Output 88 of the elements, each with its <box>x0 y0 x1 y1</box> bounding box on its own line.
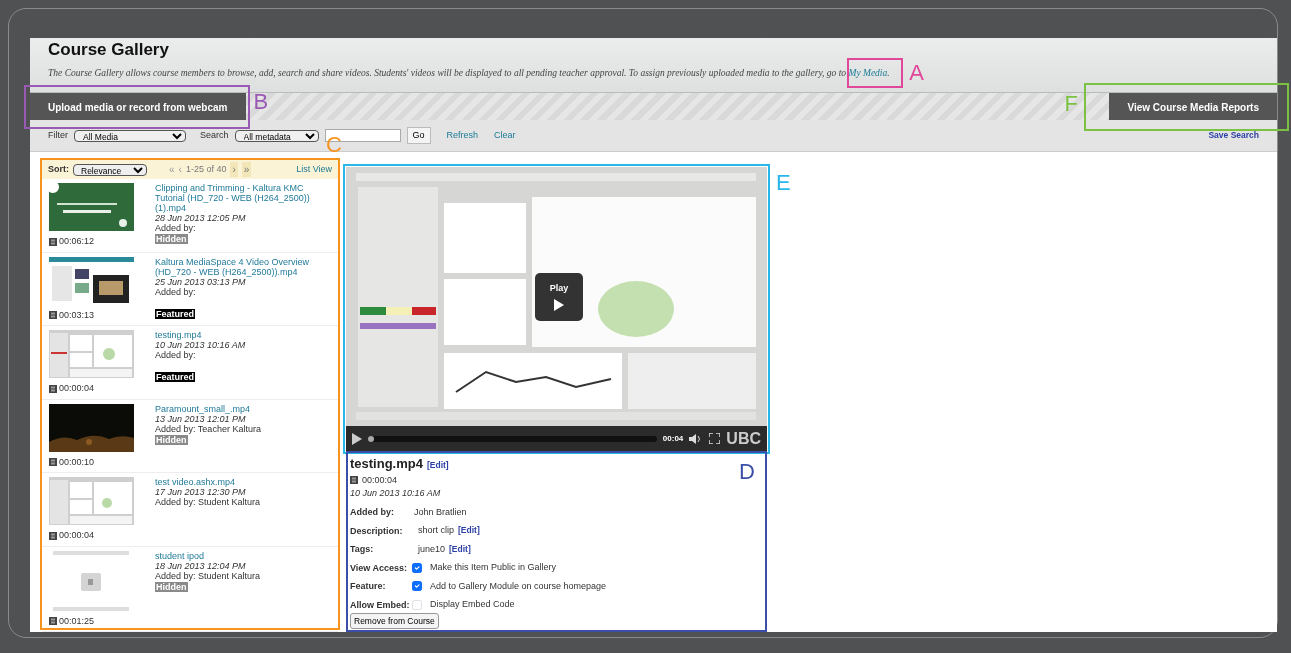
field-label: Description: <box>350 525 404 536</box>
added-by: Added by: <box>155 350 197 360</box>
status-badge: Featured <box>155 308 195 319</box>
filter-select[interactable]: All Media <box>74 129 186 142</box>
film-icon <box>49 617 57 626</box>
play-icon <box>553 298 565 313</box>
duration: 00:03:13 <box>59 308 95 322</box>
callout-letter: A <box>909 62 924 85</box>
media-date: 10 Jun 2013 10:16 AM <box>155 340 246 350</box>
added-by: Added by: Student Kaltura <box>155 570 261 581</box>
filter-link[interactable]: Clear <box>494 128 516 143</box>
upload-button[interactable]: Upload media or record from webcam <box>30 93 246 121</box>
field-label: Feature: <box>350 581 387 592</box>
field-value: june10 <box>418 542 446 556</box>
filter-label: Filter <box>48 128 68 142</box>
field-label: Allow Embed: <box>350 599 411 610</box>
description: The Course Gallery allows course members to browse, add, search and share videos. Students' videos will be displayed to all pending teacher approval. To assign previously uploaded media to the gallery, go to My Media. <box>48 67 890 81</box>
checkbox-label: Display Embed Code <box>430 598 515 611</box>
film-icon <box>49 237 57 246</box>
remove-button[interactable]: Remove from Course <box>350 612 439 630</box>
film-icon <box>49 458 57 467</box>
pager-button[interactable]: › <box>230 162 238 177</box>
checkbox[interactable] <box>412 581 422 592</box>
callout-letter: F <box>1064 93 1078 115</box>
added-by: Added by: Teacher Kaltura <box>155 423 261 434</box>
media-title-link[interactable]: Kaltura MediaSpace 4 Video Overview (HD_720 - WEB (H264_2500)).mp4 <box>155 256 334 277</box>
added-by: Added by: <box>155 223 197 233</box>
callout-letter: B <box>253 91 269 113</box>
page-title: Course Gallery <box>48 40 170 61</box>
added-by: Added by: Student Kaltura <box>155 497 261 507</box>
media-title: testing.mp4 <box>350 455 423 473</box>
media-date: 17 Jun 2013 12:30 PM <box>155 487 247 497</box>
page-range: 1-25 of 40 <box>185 162 227 176</box>
pager-button[interactable]: » <box>241 162 252 177</box>
duration: 00:00:04 <box>59 529 95 542</box>
media-title-link[interactable]: Paramount_small_.mp4 <box>155 403 261 414</box>
video-time: 00:04 <box>662 432 684 445</box>
callout-letter: D <box>739 461 755 483</box>
media-title-link[interactable]: Clipping and Trimming - Kaltura KMC Tutorial (HD_720 - WEB (H264_2500)) (1).mp4 <box>155 183 334 213</box>
added-by: Added by: <box>155 286 197 297</box>
media-date: 25 Jun 2013 03:13 PM <box>155 276 246 287</box>
status-badge: Hidden <box>155 234 188 244</box>
callout-letter: C <box>326 134 342 156</box>
save-search-link[interactable]: Save Search <box>1208 129 1259 142</box>
sort-label: Sort: <box>48 162 69 176</box>
media-date: 13 Jun 2013 12:01 PM <box>155 413 246 424</box>
field-label: View Access: <box>350 562 409 573</box>
progress-track[interactable] <box>368 435 657 442</box>
fullscreen-icon <box>709 433 721 444</box>
film-icon <box>350 476 358 485</box>
go-button[interactable]: Go <box>406 126 431 145</box>
checkbox-label: Add to Gallery Module on course homepage <box>430 579 607 593</box>
edit-link[interactable]: [Edit] <box>426 459 449 472</box>
media-title-link[interactable]: test video.ashx.mp4 <box>155 477 261 487</box>
field-value: John Bratlien <box>414 505 467 519</box>
checkbox-label: Make this Item Public in Gallery <box>430 561 557 574</box>
media-date: 10 Jun 2013 10:16 AM <box>350 487 442 500</box>
duration: 00:01:25 <box>59 614 95 628</box>
search-scope-select[interactable]: All metadata <box>234 129 319 142</box>
media-date: 18 Jun 2013 12:04 PM <box>155 560 247 571</box>
player-logo: UBC <box>726 428 761 449</box>
filter-link[interactable]: Refresh <box>446 128 479 143</box>
duration: 00:00:04 <box>59 382 95 395</box>
sort-select[interactable]: Relevance <box>73 163 147 176</box>
duration: 00:00:04 <box>362 473 398 487</box>
play-button[interactable]: Play <box>535 273 583 321</box>
status-badge: Hidden <box>155 581 188 592</box>
reports-button[interactable]: View Course Media Reports <box>1109 93 1277 121</box>
callout-letter: E <box>776 172 791 194</box>
media-title-link[interactable]: testing.mp4 <box>155 330 246 340</box>
field-label: Tags: <box>350 544 375 555</box>
film-icon <box>49 384 57 393</box>
search-label: Search <box>200 128 229 142</box>
media-date: 28 Jun 2013 12:05 PM <box>155 213 247 223</box>
list-view-link[interactable]: List View <box>296 162 332 177</box>
checkbox[interactable] <box>412 562 422 573</box>
duration: 00:06:12 <box>59 235 95 248</box>
film-icon <box>49 531 57 540</box>
status-badge: Hidden <box>155 434 188 445</box>
edit-link[interactable]: [Edit] <box>458 524 480 538</box>
media-title-link[interactable]: student ipod <box>155 550 261 561</box>
field-value: short clip <box>418 524 454 537</box>
film-icon <box>49 311 57 320</box>
edit-link[interactable]: [Edit] <box>449 542 471 556</box>
field-label: Added by: <box>350 507 395 518</box>
duration: 00:00:10 <box>59 455 95 469</box>
play-icon <box>352 432 362 445</box>
status-badge: Featured <box>155 372 195 382</box>
